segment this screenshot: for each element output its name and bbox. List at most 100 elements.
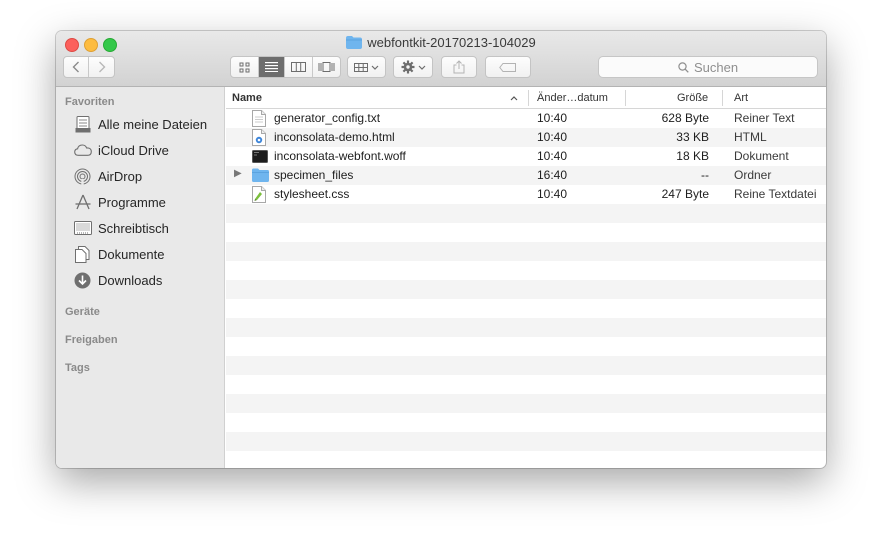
file-name: stylesheet.css: [274, 187, 350, 201]
file-rows: generator_config.txt 10:40 628 Byte Rein…: [226, 109, 826, 468]
action-button[interactable]: [393, 56, 433, 78]
file-list: Name Änder…datum Größe Art generator_con…: [226, 87, 826, 468]
css-file-icon: [252, 186, 268, 203]
empty-row: [226, 394, 826, 413]
search-placeholder: Suchen: [693, 59, 739, 75]
sidebar-item-label: iCloud Drive: [98, 142, 169, 158]
sidebar-item-documents[interactable]: Dokumente: [73, 242, 164, 266]
coverflow-icon: [318, 62, 335, 72]
sidebar-header-devices[interactable]: Geräte: [65, 306, 100, 318]
tag-button[interactable]: [485, 56, 531, 78]
chevron-right-icon: [98, 61, 105, 73]
html-file-icon: [252, 129, 268, 146]
sidebar-item-label: Downloads: [98, 272, 163, 288]
window-title: webfontkit-20170213-104029: [367, 35, 536, 50]
empty-row: [226, 299, 826, 318]
sidebar-item-label: AirDrop: [98, 168, 143, 184]
empty-row: [226, 204, 826, 223]
all-files-icon: [73, 115, 92, 134]
column-header-date[interactable]: Änder…datum: [537, 92, 608, 104]
arrange-button[interactable]: [347, 56, 386, 78]
icon-view-button[interactable]: [231, 57, 259, 77]
file-name: inconsolata-webfont.woff: [274, 149, 406, 163]
arrange-grid-icon: [354, 62, 368, 72]
share-icon: [453, 60, 465, 74]
chevron-left-icon: [72, 61, 79, 73]
navigation-buttons: [63, 56, 115, 78]
column-separator[interactable]: [625, 90, 626, 106]
file-kind: Dokument: [734, 149, 789, 163]
coverflow-view-button[interactable]: [313, 57, 340, 77]
column-header-size[interactable]: Größe: [677, 92, 708, 104]
sidebar-item-applications[interactable]: Programme: [73, 190, 166, 214]
column-separator[interactable]: [722, 90, 723, 106]
file-row-specimen-files[interactable]: ▶ specimen_files 16:40 -- Ordner: [226, 166, 826, 185]
search-field[interactable]: Suchen: [598, 56, 818, 78]
sidebar-item-airdrop[interactable]: AirDrop: [73, 164, 142, 188]
forward-button[interactable]: [89, 57, 114, 77]
file-kind: Ordner: [734, 168, 772, 182]
empty-row: [226, 413, 826, 432]
column-header-name[interactable]: Name: [232, 92, 262, 104]
text-file-icon: [252, 110, 268, 127]
sidebar-item-label: Alle meine Dateien: [98, 116, 208, 132]
empty-row: [226, 356, 826, 375]
sidebar-item-all-files[interactable]: Alle meine Dateien: [73, 112, 207, 136]
search-icon: [678, 61, 689, 73]
sidebar-header-tags[interactable]: Tags: [65, 362, 90, 374]
file-kind: HTML: [734, 130, 767, 144]
disclosure-triangle-icon[interactable]: ▶: [234, 168, 242, 179]
sidebar-item-label: Dokumente: [98, 246, 165, 262]
empty-row: [226, 223, 826, 242]
sidebar-item-label: Programme: [98, 194, 166, 210]
empty-row: [226, 280, 826, 299]
tag-icon: [499, 62, 516, 72]
empty-row: [226, 375, 826, 394]
file-date: 10:40: [537, 149, 568, 163]
documents-icon: [73, 245, 92, 264]
grid-icon: [239, 62, 250, 72]
column-header-row: Name Änder…datum Größe Art: [226, 87, 826, 109]
file-name: generator_config.txt: [274, 111, 381, 125]
file-row-generator-config[interactable]: generator_config.txt 10:40 628 Byte Rein…: [226, 109, 826, 128]
file-name: specimen_files: [274, 168, 354, 182]
list-icon: [264, 62, 278, 72]
finder-window: webfontkit-20170213-104029 Suchen Favori…: [56, 31, 826, 468]
share-button[interactable]: [441, 56, 477, 78]
empty-row: [226, 318, 826, 337]
sidebar-header-shared[interactable]: Freigaben: [65, 334, 118, 346]
sidebar-header-favorites: Favoriten: [65, 96, 115, 108]
file-kind: Reiner Text: [734, 111, 795, 125]
empty-row: [226, 242, 826, 261]
sidebar-item-downloads[interactable]: Downloads: [73, 268, 162, 292]
chevron-down-icon: [371, 65, 379, 70]
sidebar-item-icloud-drive[interactable]: iCloud Drive: [73, 138, 169, 162]
file-size: 33 KB: [676, 130, 709, 144]
sort-chevron-up-icon: [510, 96, 518, 101]
cloud-icon: [73, 141, 92, 160]
sidebar: Favoriten Alle meine Dateien iCloud Driv…: [56, 87, 225, 468]
file-date: 10:40: [537, 130, 568, 144]
applications-icon: [73, 193, 92, 212]
view-mode-control: [230, 56, 341, 78]
empty-row: [226, 451, 826, 468]
back-button[interactable]: [64, 57, 90, 77]
file-row-inconsolata-demo[interactable]: inconsolata-demo.html 10:40 33 KB HTML: [226, 128, 826, 147]
file-row-inconsolata-webfont[interactable]: inconsolata-webfont.woff 10:40 18 KB Dok…: [226, 147, 826, 166]
empty-row: [226, 261, 826, 280]
folder-icon: [252, 167, 269, 184]
column-view-button[interactable]: [285, 57, 313, 77]
woff-file-icon: [252, 148, 268, 165]
gear-icon: [401, 60, 414, 74]
file-row-stylesheet[interactable]: stylesheet.css 10:40 247 Byte Reine Text…: [226, 185, 826, 204]
column-header-kind[interactable]: Art: [734, 92, 748, 104]
downloads-icon: [73, 271, 92, 290]
sidebar-item-desktop[interactable]: Schreibtisch: [73, 216, 169, 240]
sidebar-item-label: Schreibtisch: [98, 220, 169, 236]
column-separator[interactable]: [528, 90, 529, 106]
airdrop-icon: [73, 167, 92, 186]
folder-icon: [346, 36, 363, 52]
window-title-bar: webfontkit-20170213-104029: [56, 35, 826, 52]
file-size: 18 KB: [676, 149, 709, 163]
list-view-button[interactable]: [258, 57, 286, 77]
